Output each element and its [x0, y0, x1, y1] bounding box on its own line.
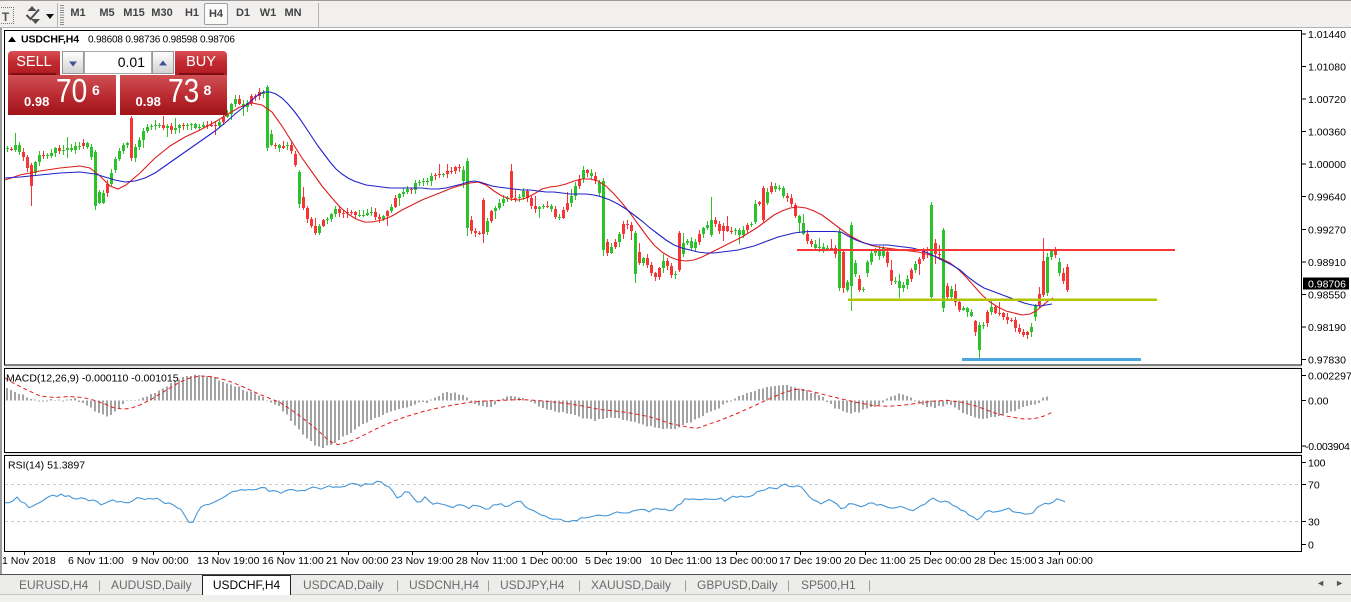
- svg-text:0.002297: 0.002297: [1308, 371, 1351, 383]
- svg-text:-0.003904: -0.003904: [1305, 441, 1350, 453]
- svg-text:0.97830: 0.97830: [1308, 355, 1346, 367]
- svg-text:13 Nov 19:00: 13 Nov 19:00: [197, 555, 260, 567]
- svg-text:0.00: 0.00: [1308, 396, 1329, 408]
- svg-text:5 Dec 19:00: 5 Dec 19:00: [585, 555, 642, 567]
- svg-text:23 Nov 19:00: 23 Nov 19:00: [391, 555, 454, 567]
- svg-text:1.00360: 1.00360: [1308, 127, 1346, 139]
- svg-text:1.00720: 1.00720: [1308, 94, 1346, 106]
- svg-text:70: 70: [1308, 480, 1320, 492]
- svg-text:20 Dec 11:00: 20 Dec 11:00: [844, 555, 906, 567]
- svg-text:1.01440: 1.01440: [1308, 29, 1346, 41]
- svg-text:USDCHF,H4: USDCHF,H4: [21, 34, 79, 46]
- svg-text:0.99270: 0.99270: [1308, 225, 1346, 237]
- svg-text:16 Nov 11:00: 16 Nov 11:00: [262, 555, 324, 567]
- svg-text:0.98910: 0.98910: [1308, 257, 1346, 269]
- svg-text:1 Nov 2018: 1 Nov 2018: [2, 555, 56, 567]
- svg-text:21 Nov 00:00: 21 Nov 00:00: [326, 555, 389, 567]
- svg-text:0.98190: 0.98190: [1308, 322, 1346, 334]
- svg-text:9 Nov 00:00: 9 Nov 00:00: [132, 555, 189, 567]
- svg-text:1 Dec 00:00: 1 Dec 00:00: [521, 555, 578, 567]
- svg-text:0.98550: 0.98550: [1308, 290, 1346, 302]
- svg-text:28 Nov 11:00: 28 Nov 11:00: [456, 555, 518, 567]
- svg-text:10 Dec 11:00: 10 Dec 11:00: [650, 555, 712, 567]
- svg-text:0.99640: 0.99640: [1308, 192, 1346, 204]
- svg-text:0: 0: [1308, 540, 1314, 552]
- svg-text:0.98608 0.98736 0.98598 0.9870: 0.98608 0.98736 0.98598 0.98706: [88, 35, 235, 46]
- svg-text:30: 30: [1308, 517, 1320, 529]
- svg-text:25 Dec 00:00: 25 Dec 00:00: [909, 555, 972, 567]
- svg-text:0.98706: 0.98706: [1308, 279, 1346, 291]
- svg-text:1.00000: 1.00000: [1308, 159, 1346, 171]
- svg-text:100: 100: [1308, 458, 1326, 470]
- svg-text:1.01080: 1.01080: [1308, 62, 1346, 74]
- svg-text:28 Dec 15:00: 28 Dec 15:00: [974, 555, 1037, 567]
- svg-text:6 Nov 11:00: 6 Nov 11:00: [68, 555, 124, 567]
- svg-text:13 Dec 00:00: 13 Dec 00:00: [715, 555, 778, 567]
- svg-text:RSI(14) 51.3897: RSI(14) 51.3897: [8, 460, 85, 472]
- svg-text:3 Jan 00:00: 3 Jan 00:00: [1038, 555, 1093, 567]
- svg-text:17 Dec 19:00: 17 Dec 19:00: [779, 555, 842, 567]
- svg-text:MACD(12,26,9) -0.000110 -0.001: MACD(12,26,9) -0.000110 -0.001015: [6, 373, 179, 385]
